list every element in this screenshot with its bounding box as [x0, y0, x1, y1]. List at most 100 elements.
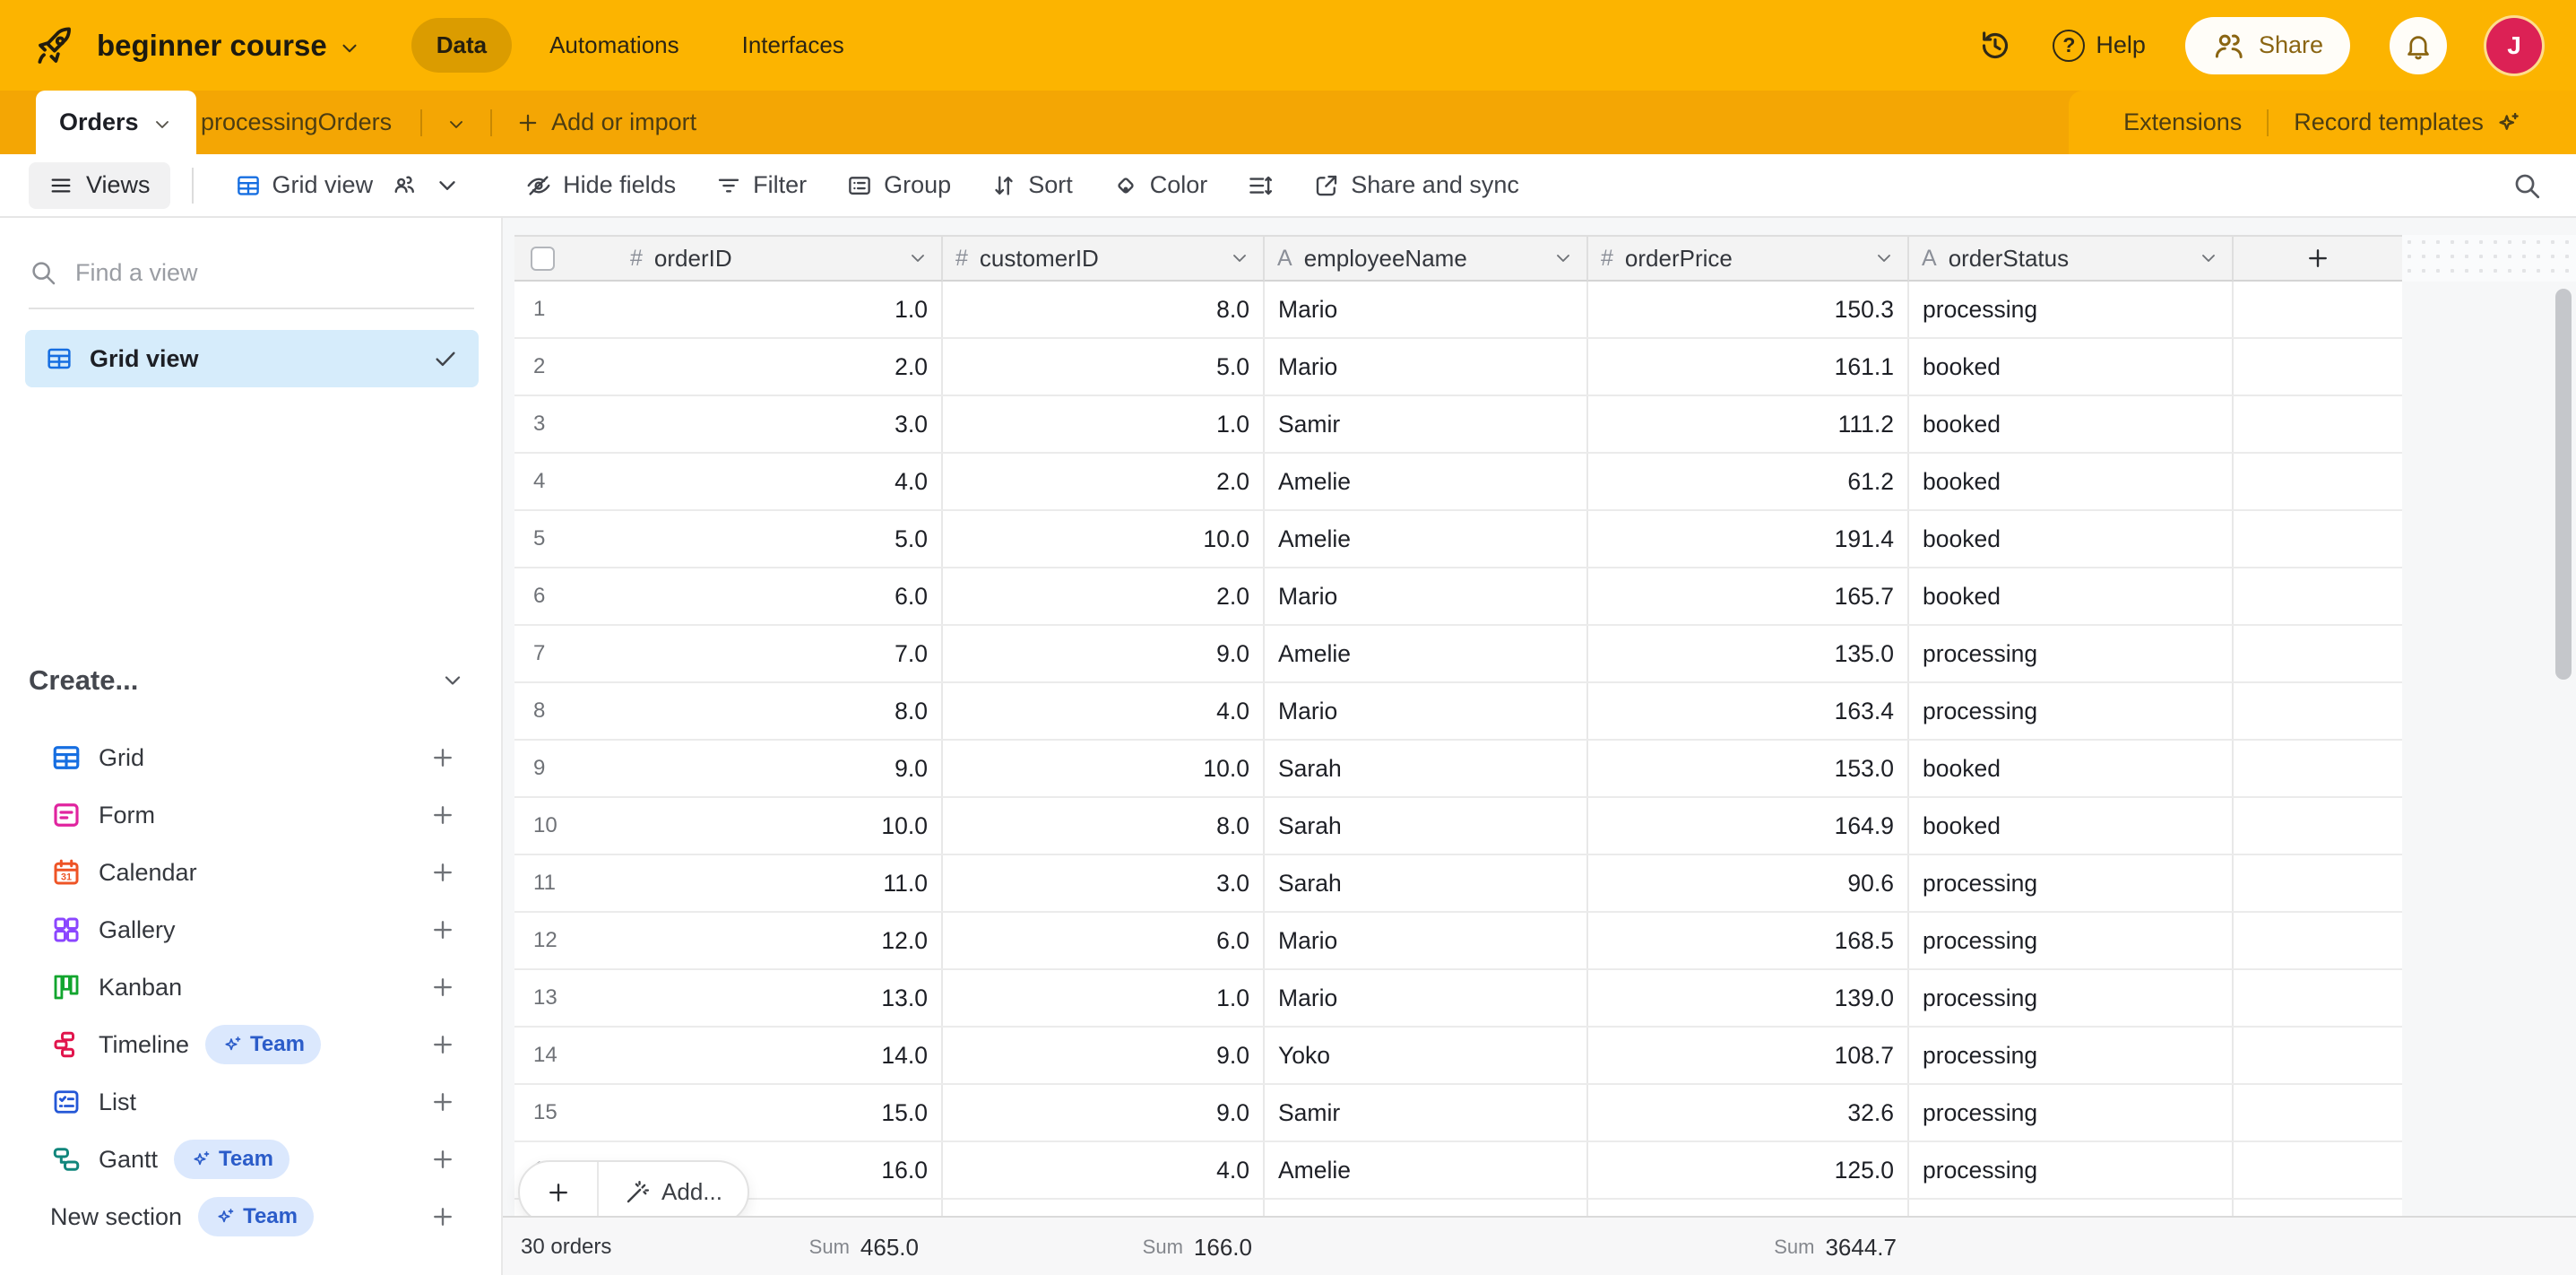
add-view-plus-icon[interactable] [429, 1031, 456, 1058]
cell-employeename[interactable]: Sarah [1265, 741, 1588, 796]
cell-customerid[interactable]: 9.0 [943, 1028, 1265, 1083]
cell-customerid[interactable]: 5.0 [943, 339, 1265, 395]
cell-orderid[interactable]: 77.0 [514, 626, 943, 681]
add-or-import-button[interactable]: Add or import [515, 108, 696, 136]
sum-orderprice[interactable]: Sum 3644.7 [1588, 1218, 1897, 1275]
notifications-button[interactable] [2390, 17, 2447, 74]
cell-customerid[interactable]: 8.0 [943, 282, 1265, 337]
cell-orderstatus[interactable]: processing [1909, 683, 2234, 739]
cell-customerid[interactable]: 4.0 [943, 683, 1265, 739]
chevron-down-icon[interactable] [440, 668, 465, 693]
table-row[interactable]: 1414.09.0Yoko108.7processing [514, 1028, 2402, 1085]
cell-orderid[interactable]: 1111.0 [514, 855, 943, 911]
add-view-plus-icon[interactable] [429, 1203, 456, 1230]
table-row[interactable]: 1616.04.0Amelie125.0processing [514, 1142, 2402, 1200]
cell-employeename[interactable]: Mario [1265, 339, 1588, 395]
table-row[interactable]: 1111.03.0Sarah90.6processing [514, 855, 2402, 913]
table-row[interactable]: 1212.06.0Mario168.5processing [514, 913, 2402, 970]
add-view-plus-icon[interactable] [429, 1089, 456, 1115]
cell-orderprice[interactable]: 32.6 [1588, 1085, 1909, 1141]
cell-orderprice[interactable]: 168.5 [1588, 913, 1909, 968]
tab-orders[interactable]: Orders [36, 91, 196, 154]
cell-customerid[interactable]: 10.0 [943, 741, 1265, 796]
cell-orderid[interactable]: 11.0 [514, 282, 943, 337]
sum-orderid[interactable]: Sum 465.0 [514, 1218, 919, 1275]
cell-employeename[interactable]: Amelie [1265, 626, 1588, 681]
cell-orderprice[interactable]: 153.0 [1588, 741, 1909, 796]
select-all-checkbox[interactable] [531, 247, 555, 271]
cell-orderid[interactable]: 1414.0 [514, 1028, 943, 1083]
tab-data[interactable]: Data [411, 18, 512, 73]
sort-button[interactable]: Sort [990, 171, 1073, 199]
cell-employeename[interactable]: Yoko [1265, 1028, 1588, 1083]
find-view-input[interactable] [75, 259, 362, 287]
table-row[interactable]: 55.010.0Amelie191.4booked [514, 511, 2402, 568]
cell-orderstatus[interactable]: booked [1909, 396, 2234, 452]
cell-customerid[interactable]: 10.0 [943, 511, 1265, 567]
column-header-customerid[interactable]: #customerID [943, 237, 1265, 282]
cell-orderstatus[interactable]: booked [1909, 798, 2234, 854]
cell-orderprice[interactable]: 163.4 [1588, 683, 1909, 739]
cell-orderstatus[interactable]: processing [1909, 1142, 2234, 1198]
cell-orderid[interactable]: 33.0 [514, 396, 943, 452]
table-row[interactable]: 1515.09.0Samir32.6processing [514, 1085, 2402, 1142]
cell-orderid[interactable]: 99.0 [514, 741, 943, 796]
add-view-plus-icon[interactable] [429, 974, 456, 1001]
sidebar-create-item-form[interactable]: Form [0, 786, 503, 844]
cell-orderstatus[interactable]: booked [1909, 568, 2234, 624]
row-height-button[interactable] [1247, 172, 1274, 199]
add-view-plus-icon[interactable] [429, 916, 456, 943]
cell-customerid[interactable]: 6.0 [943, 913, 1265, 968]
tab-chevron-down-icon[interactable] [151, 114, 173, 135]
column-chevron-down-icon[interactable] [2198, 247, 2219, 269]
cell-orderprice[interactable]: 191.4 [1588, 511, 1909, 567]
cell-orderprice[interactable]: 135.0 [1588, 626, 1909, 681]
hide-fields-button[interactable]: Hide fields [525, 171, 676, 199]
cell-orderid[interactable]: 44.0 [514, 454, 943, 509]
tab-processing-orders[interactable]: processingOrders [195, 108, 397, 136]
column-chevron-down-icon[interactable] [1873, 247, 1895, 269]
sum-customerid[interactable]: Sum 166.0 [943, 1218, 1252, 1275]
cell-orderid[interactable]: 1313.0 [514, 970, 943, 1026]
cell-orderstatus[interactable]: booked [1909, 339, 2234, 395]
cell-customerid[interactable]: 2.0 [943, 454, 1265, 509]
group-button[interactable]: Group [846, 171, 951, 199]
cell-customerid[interactable]: 2.0 [943, 568, 1265, 624]
cell-employeename[interactable]: Mario [1265, 282, 1588, 337]
cell-employeename[interactable]: Sarah [1265, 798, 1588, 854]
sidebar-item-grid-view[interactable]: Grid view [25, 330, 479, 387]
tab-list-chevron-down-icon[interactable] [445, 114, 467, 135]
filter-button[interactable]: Filter [715, 171, 807, 199]
extensions-button[interactable]: Extensions [2123, 108, 2242, 136]
cell-employeename[interactable]: Amelie [1265, 511, 1588, 567]
cell-orderstatus[interactable]: processing [1909, 1085, 2234, 1141]
rocket-logo-icon[interactable] [34, 24, 77, 67]
sidebar-create-item-calendar[interactable]: 31Calendar [0, 844, 503, 901]
cell-orderid[interactable]: 66.0 [514, 568, 943, 624]
table-row[interactable]: 33.01.0Samir111.2booked [514, 396, 2402, 454]
record-templates-button[interactable]: Record templates [2294, 108, 2521, 136]
cell-employeename[interactable]: Mario [1265, 568, 1588, 624]
views-button[interactable]: Views [29, 162, 170, 209]
cell-orderstatus[interactable]: processing [1909, 626, 2234, 681]
cell-orderprice[interactable]: 108.7 [1588, 1028, 1909, 1083]
cell-orderstatus[interactable]: booked [1909, 741, 2234, 796]
base-title-chevron-down-icon[interactable] [338, 37, 361, 60]
cell-orderstatus[interactable]: processing [1909, 913, 2234, 968]
cell-orderid[interactable]: 1515.0 [514, 1085, 943, 1141]
cell-empty[interactable] [1588, 1200, 1909, 1216]
add-with-ai-button[interactable]: Add... [599, 1178, 748, 1206]
cell-orderid[interactable]: 1010.0 [514, 798, 943, 854]
history-icon[interactable] [1977, 28, 2013, 64]
cell-orderstatus[interactable]: booked [1909, 454, 2234, 509]
cell-orderprice[interactable]: 111.2 [1588, 396, 1909, 452]
cell-orderprice[interactable]: 161.1 [1588, 339, 1909, 395]
create-section-header[interactable]: Create... [29, 664, 465, 697]
column-chevron-down-icon[interactable] [1229, 247, 1250, 269]
add-record-button[interactable] [520, 1162, 599, 1222]
view-switcher[interactable]: Grid view [235, 171, 462, 199]
cell-customerid[interactable]: 1.0 [943, 970, 1265, 1026]
cell-empty[interactable] [1265, 1200, 1588, 1216]
cell-employeename[interactable]: Mario [1265, 683, 1588, 739]
cell-employeename[interactable]: Amelie [1265, 1142, 1588, 1198]
